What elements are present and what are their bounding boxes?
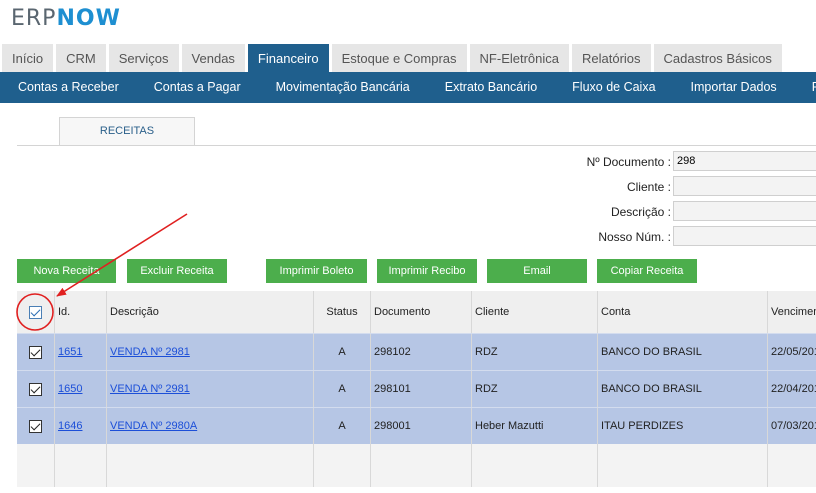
subnav-importar-dados[interactable]: Importar Dados [673,72,794,103]
nosso-num-input[interactable] [673,226,816,246]
annotation-arrow [56,213,188,297]
row-documento: 298102 [371,334,472,370]
select-all-checkbox[interactable] [29,305,42,319]
subnav-remessa[interactable]: Remessa [794,72,816,103]
empty-cell [371,444,472,487]
logo-now-text: NOW [56,6,121,31]
imprimir-recibo-button[interactable]: Imprimir Recibo [377,259,477,283]
row-cliente: Heber Mazutti [472,408,598,444]
row-descricao: VENDA Nº 2981 [107,371,314,407]
row-checkbox[interactable] [29,382,42,396]
header-id[interactable]: Id. [55,291,107,333]
erpnow-logo[interactable]: ERP NOW [11,6,121,34]
row-status: A [314,408,371,444]
tab-divider [17,145,816,146]
id-link[interactable]: 1646 [58,420,82,432]
tab-inicio[interactable]: Início [2,44,54,72]
descricao-link[interactable]: VENDA Nº 2981 [110,346,190,358]
table-row[interactable]: 1650 VENDA Nº 2981 A 298101 RDZ BANCO DO… [17,370,816,407]
row-vencimento: 22/05/2019 [768,334,816,370]
row-descricao: VENDA Nº 2981 [107,334,314,370]
copiar-receita-button[interactable]: Copiar Receita [597,259,697,283]
row-select-cell [17,334,55,370]
row-conta: BANCO DO BRASIL [598,334,768,370]
header-vencimento[interactable]: Vencimento [768,291,816,333]
excluir-receita-button[interactable]: Excluir Receita [127,259,227,283]
empty-cell [107,444,314,487]
table-header-row: Id. Descrição Status Documento Cliente C… [17,291,816,333]
row-status: A [314,334,371,370]
tab-vendas[interactable]: Vendas [181,44,245,72]
id-link[interactable]: 1650 [58,383,82,395]
nova-receita-button[interactable]: Nova Receita [17,259,116,283]
row-status: A [314,371,371,407]
header-descricao[interactable]: Descrição [107,291,314,333]
empty-cell [17,444,55,487]
row-descricao: VENDA Nº 2980A [107,408,314,444]
email-button[interactable]: Email [487,259,587,283]
descricao-link[interactable]: VENDA Nº 2980A [110,420,197,432]
empty-cell [472,444,598,487]
erp-window: ERP NOW Início CRM Serviços Vendas Financ… [0,0,816,493]
tab-receitas[interactable]: RECEITAS [59,117,195,145]
nosso-num-label: Nosso Núm. : [598,230,671,244]
row-cliente: RDZ [472,371,598,407]
descricao-link[interactable]: VENDA Nº 2981 [110,383,190,395]
header-conta[interactable]: Conta [598,291,768,333]
row-conta: BANCO DO BRASIL [598,371,768,407]
select-all-cell [17,291,55,333]
empty-cell [55,444,107,487]
row-checkbox[interactable] [29,345,42,359]
financeiro-subnav: Contas a Receber Contas a Pagar Moviment… [0,72,816,103]
row-vencimento: 07/03/2019 [768,408,816,444]
tab-cadastros-basicos[interactable]: Cadastros Básicos [653,44,782,72]
row-checkbox[interactable] [29,419,42,433]
documento-input[interactable] [673,151,816,171]
tab-financeiro[interactable]: Financeiro [247,44,329,72]
tab-relatorios[interactable]: Relatórios [572,44,651,72]
imprimir-boleto-button[interactable]: Imprimir Boleto [266,259,367,283]
main-tabs: Início CRM Serviços Vendas Financeiro Es… [0,44,816,72]
header-status[interactable]: Status [314,291,371,333]
subnav-contas-a-pagar[interactable]: Contas a Pagar [136,72,258,103]
subnav-fluxo-de-caixa[interactable]: Fluxo de Caixa [554,72,672,103]
documento-label: Nº Documento : [586,155,671,169]
header-documento[interactable]: Documento [371,291,472,333]
descricao-label: Descrição : [610,205,671,219]
tab-nf-eletronica[interactable]: NF-Eletrônica [469,44,569,72]
row-conta: ITAU PERDIZES [598,408,768,444]
row-select-cell [17,408,55,444]
row-cliente: RDZ [472,334,598,370]
descricao-input[interactable] [673,201,816,221]
empty-cell [768,444,816,487]
subnav-contas-a-receber[interactable]: Contas a Receber [0,72,136,103]
row-id: 1646 [55,408,107,444]
table-row[interactable]: 1646 VENDA Nº 2980A A 298001 Heber Mazut… [17,407,816,444]
subnav-extrato-bancario[interactable]: Extrato Bancário [427,72,554,103]
logo-erp-text: ERP [11,6,57,31]
row-select-cell [17,371,55,407]
row-documento: 298001 [371,408,472,444]
cliente-label: Cliente : [626,180,671,194]
row-id: 1650 [55,371,107,407]
subnav-movimentacao-bancaria[interactable]: Movimentação Bancária [258,72,427,103]
row-vencimento: 22/04/2019 [768,371,816,407]
row-documento: 298101 [371,371,472,407]
table-row[interactable]: 1651 VENDA Nº 2981 A 298102 RDZ BANCO DO… [17,333,816,370]
header-cliente[interactable]: Cliente [472,291,598,333]
tab-crm[interactable]: CRM [56,44,106,72]
empty-cell [598,444,768,487]
tab-servicos[interactable]: Serviços [108,44,179,72]
id-link[interactable]: 1651 [58,346,82,358]
table-empty-row [17,444,816,487]
cliente-input[interactable] [673,176,816,196]
empty-cell [314,444,371,487]
row-id: 1651 [55,334,107,370]
tab-estoque-e-compras[interactable]: Estoque e Compras [331,44,467,72]
